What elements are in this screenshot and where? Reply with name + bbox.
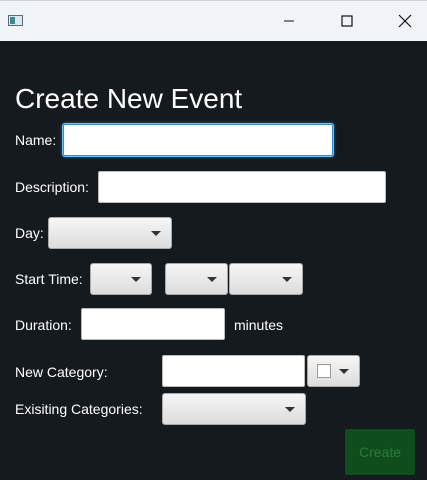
window-titlebar xyxy=(0,0,427,41)
close-icon xyxy=(398,14,412,28)
start-hour-select[interactable] xyxy=(90,263,152,295)
duration-input[interactable] xyxy=(81,308,225,340)
minimize-button[interactable] xyxy=(260,1,318,41)
duration-label: Duration: xyxy=(15,317,72,333)
app-icon xyxy=(8,15,23,26)
chevron-down-icon xyxy=(151,231,161,236)
description-input[interactable] xyxy=(98,171,386,203)
maximize-button[interactable] xyxy=(318,1,376,41)
minimize-icon xyxy=(284,20,294,22)
color-swatch xyxy=(317,364,331,378)
close-button[interactable] xyxy=(376,1,427,41)
day-label: Day: xyxy=(15,225,44,241)
chevron-down-icon xyxy=(285,407,295,412)
event-form: Create New Event Name: Description: Day:… xyxy=(0,40,427,480)
category-color-picker[interactable] xyxy=(307,355,360,387)
start-time-label: Start Time: xyxy=(15,271,83,287)
existing-categories-select[interactable] xyxy=(162,393,306,425)
page-title: Create New Event xyxy=(15,83,243,114)
name-input[interactable] xyxy=(63,124,333,156)
start-period-select[interactable] xyxy=(229,263,303,295)
maximize-icon xyxy=(341,15,353,27)
new-category-label: New Category: xyxy=(15,364,108,380)
name-label: Name: xyxy=(15,132,57,148)
chevron-down-icon xyxy=(339,369,349,374)
description-label: Description: xyxy=(15,179,89,195)
day-select[interactable] xyxy=(48,217,172,249)
create-button[interactable]: Create xyxy=(345,429,415,475)
duration-unit-label: minutes xyxy=(234,317,284,333)
chevron-down-icon xyxy=(282,277,292,282)
chevron-down-icon xyxy=(207,277,217,282)
chevron-down-icon xyxy=(131,277,141,282)
existing-categories-label: Exisiting Categories: xyxy=(15,401,143,417)
start-minute-select[interactable] xyxy=(165,263,228,295)
new-category-input[interactable] xyxy=(162,355,305,387)
